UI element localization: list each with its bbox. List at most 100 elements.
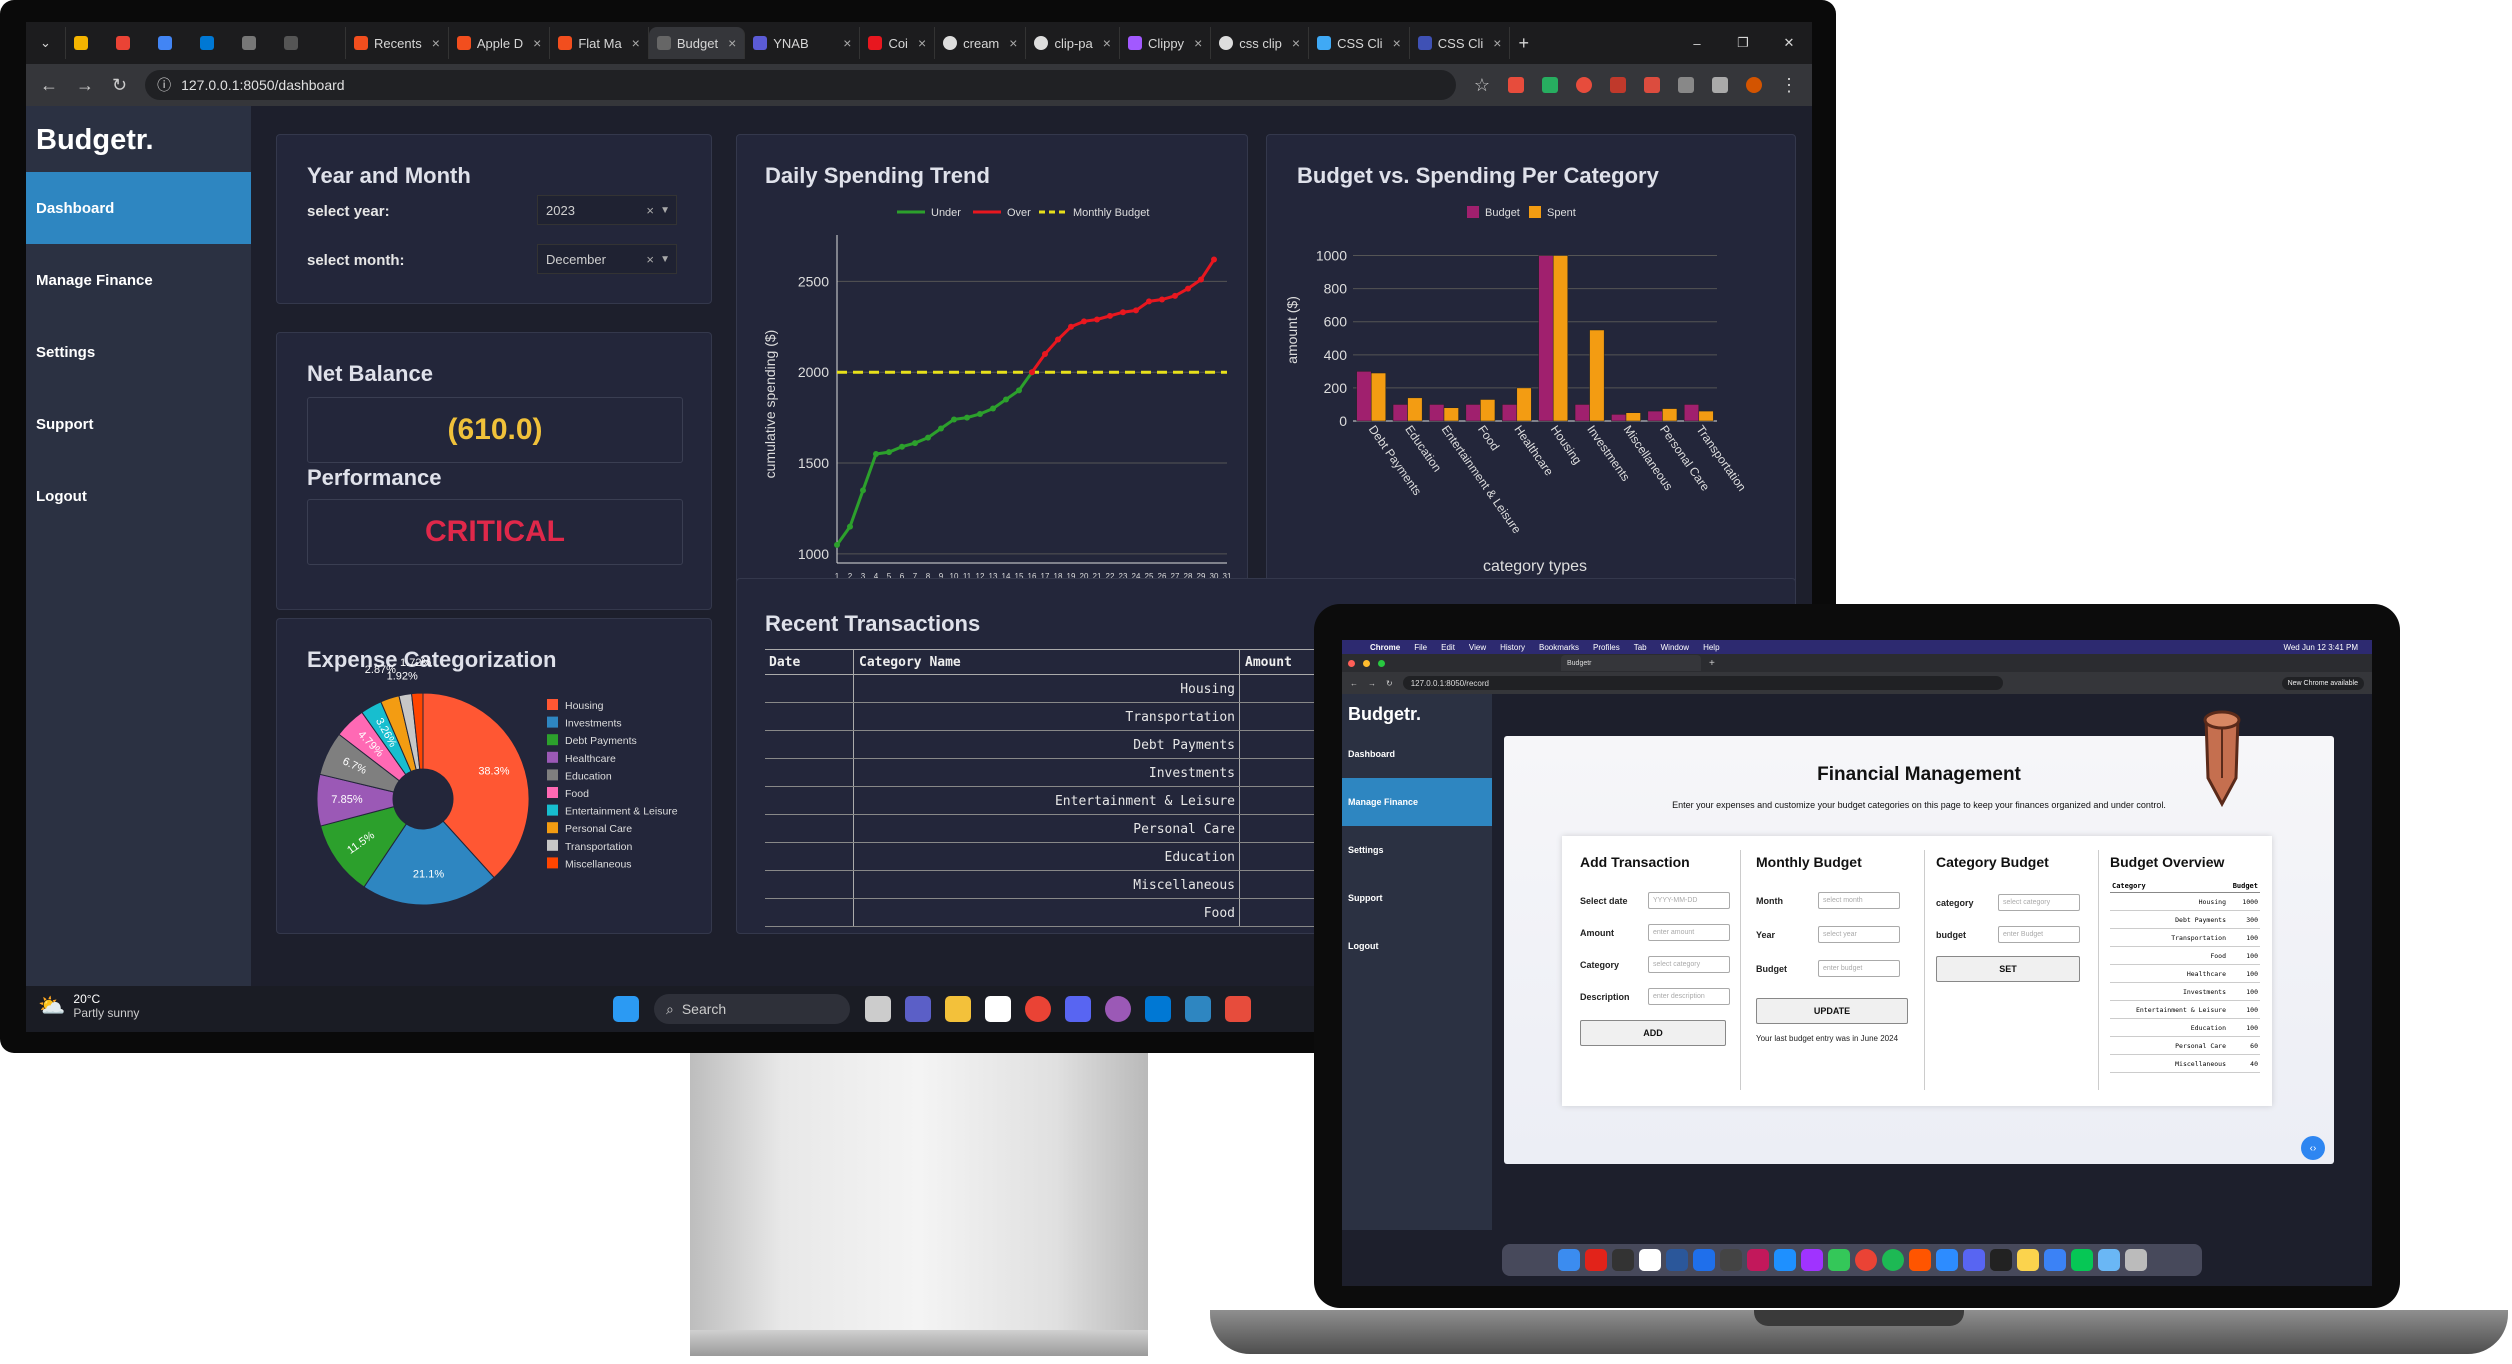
chevron-down-icon[interactable]: ▼ xyxy=(660,254,670,265)
chevron-down-icon[interactable]: ▼ xyxy=(660,205,670,216)
weather-widget[interactable]: ⛅ 20°C Partly sunny xyxy=(38,992,139,1020)
close-dot[interactable] xyxy=(1348,659,1355,667)
url-field[interactable]: ⓘ 127.0.0.1:8050/dashboard xyxy=(145,70,1456,100)
minimize-button[interactable]: – xyxy=(1674,27,1720,59)
year-select[interactable]: 2023 × ▼ xyxy=(537,195,677,225)
amount-input[interactable]: enter amount xyxy=(1648,924,1730,941)
reload-icon[interactable]: ↻ xyxy=(112,75,127,96)
menubar-clock[interactable]: Wed Jun 12 3:41 PM xyxy=(2283,643,2358,652)
notes-icon[interactable] xyxy=(2016,1249,2039,1271)
menu-profiles[interactable]: Profiles xyxy=(1593,643,1620,652)
browser-tab[interactable]: Coi × xyxy=(860,27,936,59)
description-input[interactable]: enter description xyxy=(1648,988,1730,1005)
vscode-icon[interactable] xyxy=(1145,996,1171,1022)
laptop-tab-active[interactable]: Budgetr xyxy=(1561,655,1701,671)
menu-icon[interactable]: ⋮ xyxy=(1780,75,1798,96)
app-icon[interactable] xyxy=(1225,996,1251,1022)
app-icon[interactable] xyxy=(1185,996,1211,1022)
browser-tab[interactable]: Recents × xyxy=(346,27,449,59)
extensions[interactable] xyxy=(1508,77,1762,93)
forward-icon[interactable]: → xyxy=(76,75,94,96)
year-select[interactable]: select year xyxy=(1818,926,1900,943)
minimize-dot[interactable] xyxy=(1363,659,1370,667)
finder-icon[interactable] xyxy=(1557,1249,1580,1271)
restore-button[interactable]: ❐ xyxy=(1720,27,1766,59)
chrome-update-button[interactable]: New Chrome available xyxy=(2281,676,2364,690)
browser-tab[interactable]: CSS Cli × xyxy=(1410,27,1511,59)
word-icon[interactable] xyxy=(1665,1249,1688,1271)
discord-icon[interactable] xyxy=(1065,996,1091,1022)
app-store-icon[interactable] xyxy=(1773,1249,1796,1271)
acrobat-icon[interactable] xyxy=(1584,1249,1607,1271)
line-icon[interactable] xyxy=(2070,1249,2093,1271)
back-icon[interactable]: ← xyxy=(40,75,58,96)
browser-tab[interactable]: clip-pa × xyxy=(1026,27,1120,59)
cat-select[interactable]: select category xyxy=(1998,894,2080,911)
back-icon[interactable]: ← xyxy=(1350,679,1358,688)
messenger-icon[interactable] xyxy=(1800,1249,1823,1271)
update-button[interactable]: UPDATE xyxy=(1756,998,1908,1024)
store-icon[interactable] xyxy=(985,996,1011,1022)
menu-tab[interactable]: Tab xyxy=(1634,643,1647,652)
budget-input[interactable]: enter budget xyxy=(1818,960,1900,977)
tab-search-icon[interactable]: ⌄ xyxy=(26,27,66,59)
category-select[interactable]: select category xyxy=(1648,956,1730,973)
menu-edit[interactable]: Edit xyxy=(1441,643,1455,652)
menu-bookmarks[interactable]: Bookmarks xyxy=(1539,643,1579,652)
nav-logout[interactable]: Logout xyxy=(26,460,251,532)
chrome-icon[interactable] xyxy=(1025,996,1051,1022)
app-icon[interactable] xyxy=(1719,1249,1742,1271)
teams-icon[interactable] xyxy=(905,996,931,1022)
nav-support[interactable]: Support xyxy=(1342,874,1492,922)
browser-tab[interactable]: Apple D × xyxy=(449,27,551,59)
github-icon[interactable] xyxy=(1105,996,1131,1022)
browser-tab[interactable]: YNAB × xyxy=(745,27,861,59)
nav-logout[interactable]: Logout xyxy=(1342,922,1492,970)
windows-start-icon[interactable] xyxy=(613,996,639,1022)
set-button[interactable]: SET xyxy=(1936,956,2080,982)
browser-tab[interactable]: cream × xyxy=(935,27,1027,59)
menu-file[interactable]: File xyxy=(1414,643,1427,652)
menu-help[interactable]: Help xyxy=(1703,643,1719,652)
date-input[interactable]: YYYY-MM-DD xyxy=(1648,892,1730,909)
file-explorer-icon[interactable] xyxy=(945,996,971,1022)
mail-icon[interactable] xyxy=(2043,1249,2066,1271)
nav-dashboard[interactable]: Dashboard xyxy=(1342,730,1492,778)
trash-icon[interactable] xyxy=(2124,1249,2147,1271)
folder-icon[interactable] xyxy=(2097,1249,2120,1271)
messages-icon[interactable] xyxy=(1827,1249,1850,1271)
pinned-tabs[interactable] xyxy=(66,27,346,59)
star-icon[interactable]: ☆ xyxy=(1474,75,1490,96)
nav-manage-finance[interactable]: Manage Finance xyxy=(1342,778,1492,826)
site-info-icon[interactable]: ⓘ xyxy=(157,75,171,95)
browser-tab[interactable]: css clip × xyxy=(1211,27,1310,59)
app-icon[interactable] xyxy=(1611,1249,1634,1271)
forward-icon[interactable]: → xyxy=(1368,679,1376,688)
new-tab-button[interactable]: + xyxy=(1709,658,1715,669)
notion-icon[interactable] xyxy=(1638,1249,1661,1271)
browser-tab[interactable]: Flat Ma × xyxy=(550,27,649,59)
chrome-icon[interactable] xyxy=(1854,1249,1877,1271)
intellij-icon[interactable] xyxy=(1746,1249,1769,1271)
menu-chrome[interactable]: Chrome xyxy=(1370,643,1400,652)
nav-settings[interactable]: Settings xyxy=(26,316,251,388)
app-icon[interactable] xyxy=(1692,1249,1715,1271)
nav-support[interactable]: Support xyxy=(26,388,251,460)
month-select[interactable]: select month xyxy=(1818,892,1900,909)
menu-history[interactable]: History xyxy=(1500,643,1525,652)
clear-icon[interactable]: × xyxy=(646,252,654,267)
close-window-button[interactable]: ✕ xyxy=(1766,27,1812,59)
zoom-dot[interactable] xyxy=(1378,659,1385,667)
discord-icon[interactable] xyxy=(1962,1249,1985,1271)
new-tab-button[interactable]: + xyxy=(1510,27,1537,59)
nav-settings[interactable]: Settings xyxy=(1342,826,1492,874)
browser-tab-active[interactable]: Budget × xyxy=(648,27,746,59)
browser-tab[interactable]: CSS Cli × xyxy=(1309,27,1410,59)
cat-budget-input[interactable]: enter Budget xyxy=(1998,926,2080,943)
soundcloud-icon[interactable] xyxy=(1908,1249,1931,1271)
browser-tab[interactable]: Clippy × xyxy=(1120,27,1212,59)
reload-icon[interactable]: ↻ xyxy=(1386,679,1393,688)
github-icon[interactable] xyxy=(1989,1249,2012,1271)
code-toggle-button[interactable]: ‹› xyxy=(2301,1136,2325,1160)
menu-view[interactable]: View xyxy=(1469,643,1486,652)
